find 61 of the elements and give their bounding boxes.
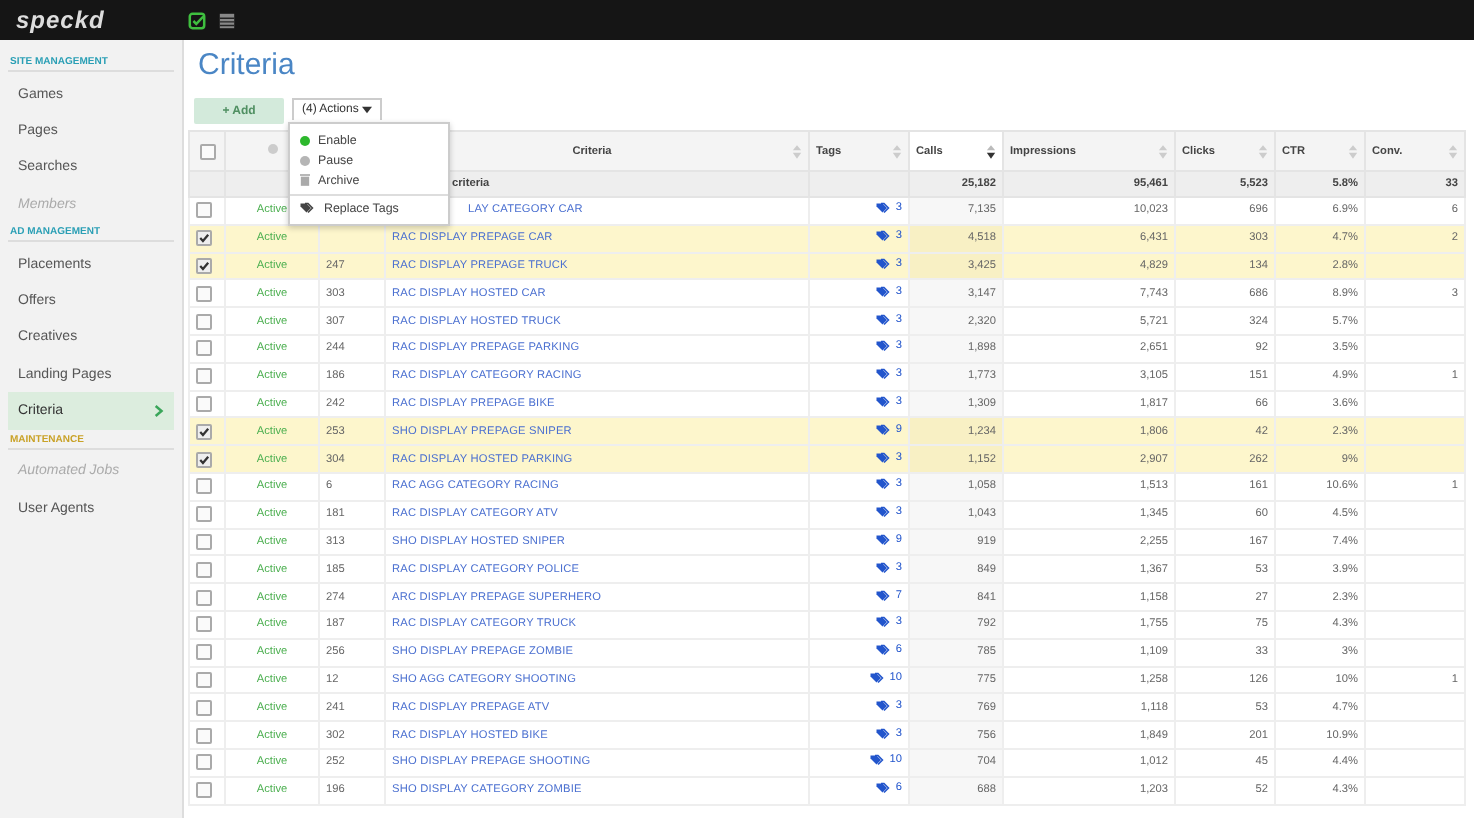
row-checkbox[interactable]	[196, 754, 212, 771]
row-checkbox[interactable]	[196, 202, 212, 219]
tag-icon	[875, 727, 892, 740]
row-checkbox[interactable]	[196, 644, 212, 661]
row-checkbox[interactable]	[196, 423, 212, 440]
tag-icon	[875, 589, 892, 602]
sort-icon[interactable]	[1448, 143, 1458, 159]
logo: speckd	[16, 6, 107, 34]
tag-icon	[875, 202, 892, 215]
tag-icon	[875, 506, 892, 519]
row-checkbox[interactable]	[196, 506, 212, 523]
tag-icon	[875, 451, 892, 464]
sort-descending-icon[interactable]	[986, 143, 996, 159]
tag-icon	[875, 561, 892, 574]
tag-icon	[869, 671, 886, 684]
row-checkbox[interactable]	[196, 478, 212, 495]
row-checkbox[interactable]	[196, 340, 212, 357]
select-all-checkbox[interactable]	[199, 143, 215, 159]
row-checkbox[interactable]	[196, 368, 212, 385]
tag-icon	[875, 340, 892, 353]
row-checkbox[interactable]	[196, 395, 212, 412]
tag-icon	[875, 395, 892, 408]
sort-icon[interactable]	[1348, 143, 1358, 159]
sort-icon[interactable]	[792, 143, 802, 159]
status-icon	[267, 144, 277, 154]
trash-icon	[300, 174, 310, 186]
sort-icon[interactable]	[892, 143, 902, 159]
tag-icon	[875, 699, 892, 712]
tag-icon	[875, 423, 892, 436]
row-checkbox[interactable]	[196, 727, 212, 744]
row-checkbox[interactable]	[196, 671, 212, 688]
row-checkbox[interactable]	[196, 561, 212, 578]
tag-icon	[869, 754, 886, 767]
tag-icon	[875, 533, 892, 546]
row-checkbox[interactable]	[196, 533, 212, 550]
tag-icon	[875, 478, 892, 491]
row-checkbox[interactable]	[196, 230, 212, 247]
tag-icon	[875, 368, 892, 381]
tag-icon	[875, 257, 892, 270]
row-checkbox[interactable]	[196, 451, 212, 468]
tag-icon	[875, 313, 892, 326]
checkbox-icon[interactable]	[188, 11, 206, 29]
row-checkbox[interactable]	[196, 782, 212, 799]
sort-icon[interactable]	[1258, 143, 1268, 159]
row-checkbox[interactable]	[196, 699, 212, 716]
row-checkbox[interactable]	[196, 257, 212, 274]
tag-icon	[875, 230, 892, 243]
tag-icon	[875, 782, 892, 795]
row-checkbox[interactable]	[196, 589, 212, 606]
row-checkbox[interactable]	[196, 313, 212, 330]
tag-icon	[875, 644, 892, 657]
caret-icon	[362, 106, 373, 114]
list-icon[interactable]	[218, 11, 236, 29]
row-checkbox[interactable]	[196, 285, 212, 302]
tag-icon	[875, 616, 892, 629]
tags-icon	[300, 202, 316, 214]
sort-icon[interactable]	[1158, 143, 1168, 159]
chevron-icon	[154, 404, 164, 419]
row-checkbox[interactable]	[196, 616, 212, 633]
tag-icon	[875, 285, 892, 298]
page-title: Criteria	[196, 46, 297, 86]
